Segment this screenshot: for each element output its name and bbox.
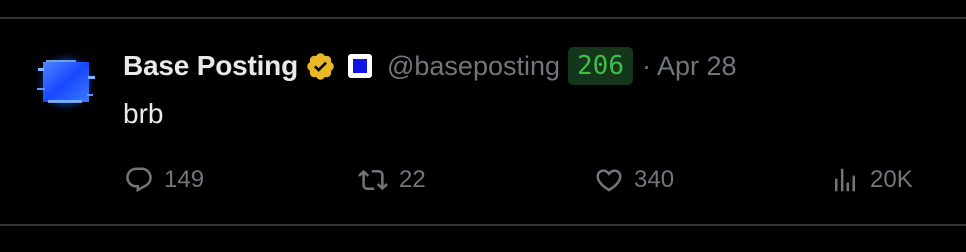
bottom-divider bbox=[0, 224, 966, 226]
author-handle[interactable]: @baseposting bbox=[387, 51, 560, 82]
reply-bubble-icon bbox=[126, 167, 152, 193]
blue-square-inner bbox=[352, 59, 367, 73]
post-header: Base Posting @baseposting 206 · Apr 28 bbox=[123, 44, 737, 88]
blue-square-icon[interactable] bbox=[347, 54, 372, 78]
repost-icon bbox=[358, 169, 388, 191]
top-divider bbox=[0, 17, 966, 19]
views-button[interactable]: 20K bbox=[830, 161, 913, 199]
repost-button[interactable]: 22 bbox=[357, 161, 426, 199]
separator-dot: · bbox=[641, 50, 651, 81]
heart-icon bbox=[596, 169, 622, 192]
views-bar-icon bbox=[835, 168, 855, 192]
reply-button[interactable]: 149 bbox=[124, 161, 204, 199]
reply-count: 149 bbox=[164, 166, 205, 193]
views-count: 20K bbox=[870, 166, 913, 193]
repost-count: 22 bbox=[399, 166, 426, 193]
avatar[interactable] bbox=[34, 50, 98, 114]
count-badge: 206 bbox=[568, 47, 633, 85]
post-date[interactable]: Apr 28 bbox=[657, 51, 737, 82]
author-name[interactable]: Base Posting bbox=[123, 50, 298, 82]
like-button[interactable]: 340 bbox=[594, 161, 674, 199]
like-count: 340 bbox=[634, 166, 675, 193]
glowing-blue-square-icon bbox=[34, 50, 98, 114]
post-text: brb bbox=[123, 98, 164, 129]
verified-badge-icon[interactable] bbox=[305, 51, 336, 82]
